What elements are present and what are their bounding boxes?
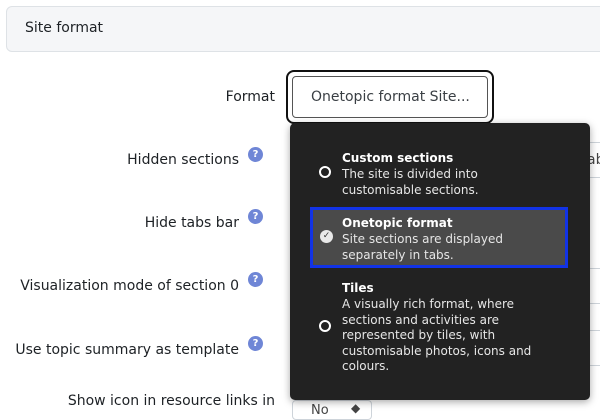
visualization-mode-label: Visualization mode of section 0 [20,278,239,294]
format-dropdown-menu: Custom sections The site is divided into… [290,123,590,400]
option-description: Site sections are displayed separately i… [342,232,503,262]
show-icon-select-value: No [311,403,329,418]
format-label: Format [225,89,275,105]
check-circle-icon: ✓ [320,230,333,243]
topic-summary-label: Use topic summary as template [15,342,239,358]
option-name: Onetopic format [342,216,453,230]
option-name: Custom sections [342,151,454,165]
help-icon[interactable]: ? [248,209,263,224]
format-select[interactable]: Onetopic format Site... [286,70,494,124]
option-description: A visually rich format, where sections a… [342,297,532,373]
show-icon-select[interactable]: No ◆ [292,400,372,420]
help-icon[interactable]: ? [248,336,263,351]
help-icon[interactable]: ? [248,147,263,162]
hidden-sections-label: Hidden sections [127,152,239,168]
option-name: Tiles [342,281,374,295]
radio-unchecked-icon [319,166,331,178]
chevron-down-icon: ◆ [351,401,361,415]
radio-unchecked-icon [319,320,331,332]
help-icon[interactable]: ? [248,272,263,287]
hide-tabs-bar-label: Hide tabs bar [144,215,239,231]
section-title: Site format [25,20,104,36]
format-select-value: Onetopic format Site... [292,76,488,118]
section-header[interactable]: Site format [6,6,600,52]
option-description: The site is divided into customisable se… [342,167,479,197]
show-icon-label: Show icon in resource links in [67,393,275,409]
